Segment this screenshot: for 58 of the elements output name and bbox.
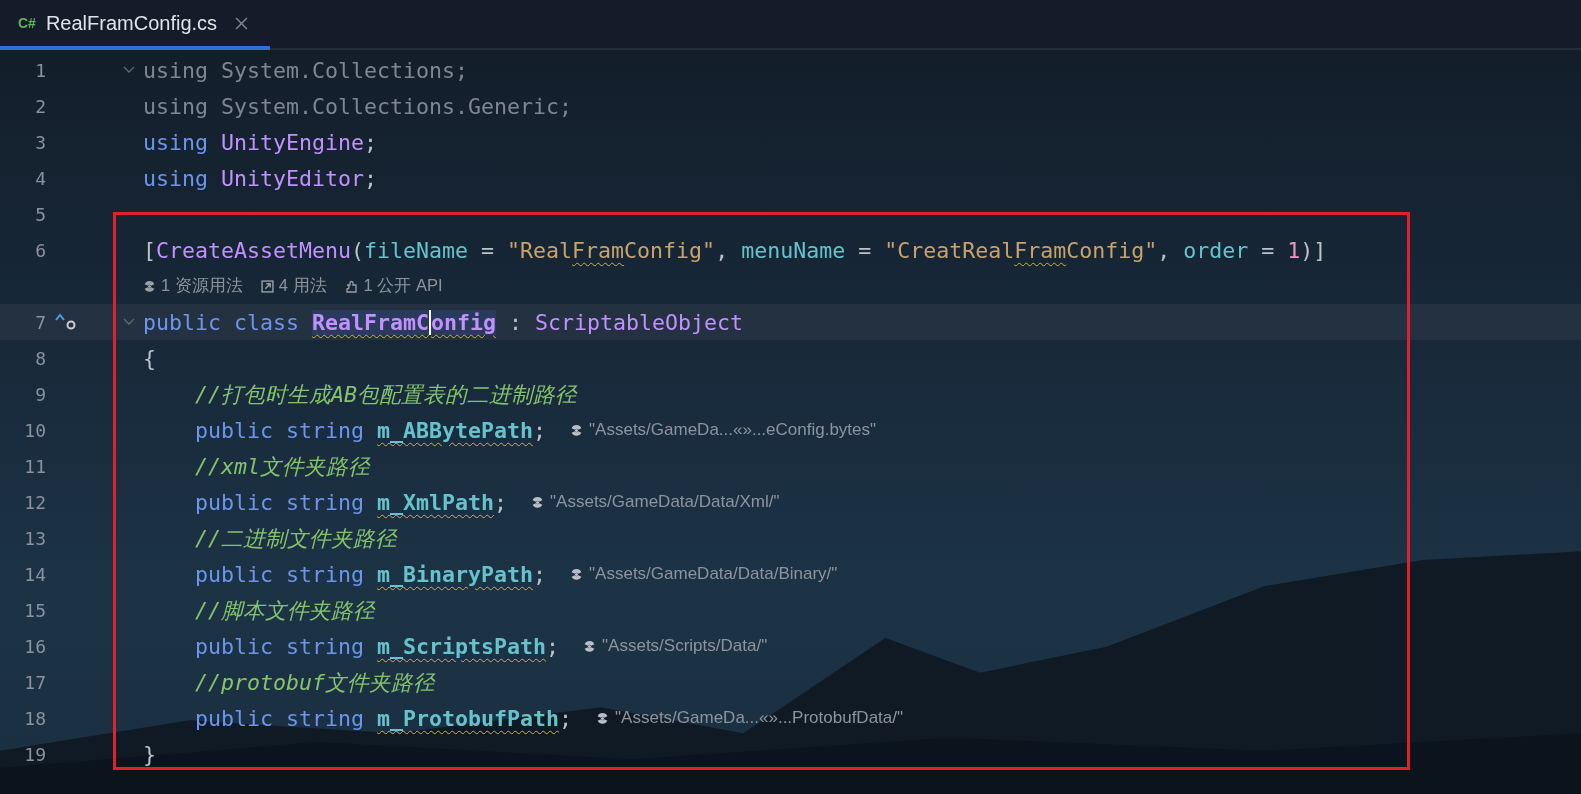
code-line: public string m_ABBytePath; [194,417,547,443]
resource-icon [570,423,584,437]
code-line: public string m_BinaryPath; [194,561,547,587]
line-number: 19 [23,743,46,765]
code-lens-link[interactable]: 1 公开 API [344,275,443,297]
resource-icon [143,279,156,293]
code-line: public class RealFramConfig : ScriptableObject [143,309,744,335]
code-line: //脚本文件夹路径 [194,596,375,625]
line-number: 18 [23,707,46,729]
resource-icon [596,711,610,725]
code-line: public string m_ScriptsPath; [194,633,560,659]
inlay-hint: "Assets/GameDa...«»...ProtobufData/" [615,708,904,728]
line-number: 13 [23,527,46,549]
line-number: 8 [34,347,46,369]
line-number: 11 [23,455,46,477]
code-line: public string m_XmlPath; [194,489,508,515]
inlay-hint: "Assets/Scripts/Data/" [602,636,768,656]
line-number: 7 [34,311,46,333]
code-line: [CreateAssetMenu(fileName = "RealFramConfig", menuName = "CreatRealFramConfig", order = 1)] [143,237,1327,263]
inlay-hint: "Assets/GameData/Data/Binary/" [589,564,838,584]
code-line: //打包时生成AB包配置表的二进制路径 [194,380,577,409]
line-number: 9 [34,383,46,405]
line-number: 1 [34,59,46,81]
inlay-hint: "Assets/GameData/Data/Xml/" [550,492,780,512]
puzzle-icon [344,279,359,293]
resource-icon [531,495,545,509]
line-number: 16 [23,635,46,657]
line-number: 14 [23,563,46,585]
line-number: 15 [23,599,46,621]
resource-icon [570,567,584,581]
code-lens-link[interactable]: 1 资源用法 [143,275,243,297]
inlay-hint: "Assets/GameDa...«»...eConfig.bytes" [589,420,877,440]
code-line: public string m_ProtobufPath; [194,705,573,731]
line-number: 6 [34,239,46,261]
code-line: using UnityEditor; [143,165,378,191]
code-line: //xml文件夹路径 [194,452,370,481]
line-number: 2 [34,95,46,117]
code-line: using UnityEngine; [143,129,378,155]
line-number: 10 [23,419,46,441]
external-link-icon [260,279,274,293]
close-icon[interactable] [235,16,249,30]
line-number: 4 [34,167,46,189]
language-label: C# [18,15,36,31]
resource-icon [583,639,597,653]
code-line: using System.Collections.Generic; [143,93,573,119]
line-number: 12 [23,491,46,513]
code-line: using System.Collections; [143,57,468,83]
code-line: //二进制文件夹路径 [194,524,397,553]
code-line: { [143,345,156,371]
line-number: 17 [23,671,46,693]
file-tab[interactable]: C# RealFramConfig.cs [0,0,271,50]
line-number: 3 [34,131,46,153]
fold-chevron-icon[interactable] [122,66,135,74]
tab-title: RealFramConfig.cs [45,11,218,35]
code-lens-link[interactable]: 4 用法 [260,275,327,297]
code-line: } [143,741,156,767]
line-number: 5 [34,203,46,225]
code-line: //protobuf文件夹路径 [194,668,435,697]
